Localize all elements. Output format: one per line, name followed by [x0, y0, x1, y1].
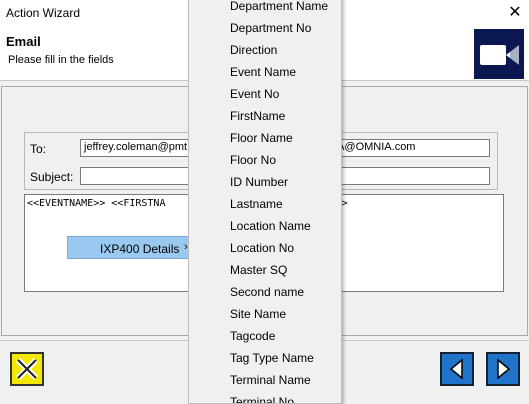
submenu-item[interactable]: Site Name	[230, 307, 286, 321]
submenu-item[interactable]: Second name	[230, 285, 304, 299]
submenu-item[interactable]: Terminal No	[230, 395, 294, 403]
close-icon[interactable]: ✕	[506, 4, 524, 22]
page-subtitle: Please fill in the fields	[8, 54, 114, 66]
submenu-item[interactable]: Terminal Name	[230, 373, 311, 387]
submenu-item[interactable]: Tagcode	[230, 329, 275, 343]
submenu-item[interactable]: Location Name	[230, 219, 311, 233]
next-button[interactable]	[486, 352, 520, 386]
submenu-item[interactable]: Lastname	[230, 197, 283, 211]
submenu-item[interactable]: Direction	[230, 43, 277, 57]
context-menu-item-label: IXP400 Details	[100, 242, 180, 256]
cancel-button[interactable]	[10, 352, 44, 386]
back-button[interactable]	[440, 352, 474, 386]
submenu-item[interactable]: Event No	[230, 87, 279, 101]
submenu-item[interactable]: FirstName	[230, 109, 285, 123]
submenu-item[interactable]: Department No	[230, 21, 311, 35]
next-arrow-icon	[497, 358, 511, 380]
cancel-x-icon	[15, 357, 39, 381]
submenu-item[interactable]: Location No	[230, 241, 294, 255]
to-label: To:	[30, 142, 47, 156]
submenu-item[interactable]: Floor No	[230, 153, 276, 167]
field-submenu: Department Name Department No Direction Eve…	[188, 0, 342, 404]
to-field-value-tail: A@OMNIA.com	[337, 141, 416, 153]
submenu-item[interactable]: Master SQ	[230, 263, 287, 277]
page-title: Email	[6, 34, 41, 49]
submenu-item[interactable]: Floor Name	[230, 131, 293, 145]
submenu-item[interactable]: Tag Type Name	[230, 351, 314, 365]
window-title: Action Wizard	[6, 6, 81, 20]
subject-label: Subject:	[30, 170, 74, 184]
submenu-item[interactable]: Department Name	[230, 0, 328, 13]
message-text-left: <<EVENTNAME>> <<FIRSTNA	[27, 198, 166, 209]
submenu-item[interactable]: ID Number	[230, 175, 288, 189]
video-camera-icon	[474, 29, 524, 79]
submenu-item[interactable]: Event Name	[230, 65, 296, 79]
back-arrow-icon	[449, 358, 463, 380]
to-field-value: jeffrey.coleman@pmt	[84, 141, 188, 153]
